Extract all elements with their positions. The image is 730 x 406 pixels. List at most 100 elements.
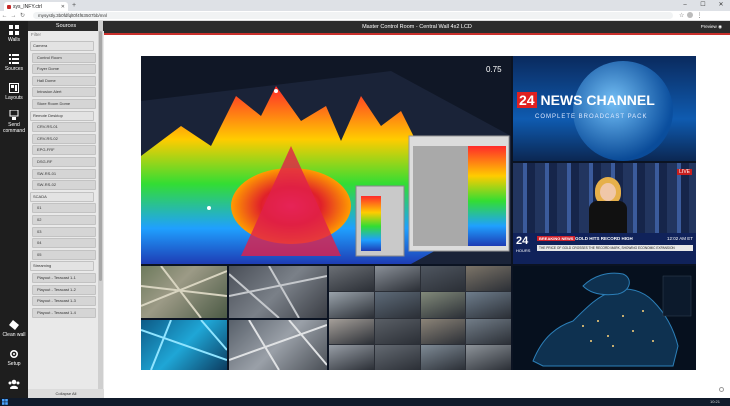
anchor-face	[600, 183, 616, 201]
close-window-button[interactable]: ✕	[712, 0, 730, 11]
browser-tab[interactable]: sys_INFY.ctrl ✕	[4, 2, 68, 11]
news-ticker: THE PRICE OF GOLD CROSSES THE RECORD MAR…	[537, 245, 693, 251]
anchor-body	[589, 201, 627, 233]
nav-walls[interactable]: Walls	[0, 25, 28, 43]
source-item[interactable]: 01	[32, 203, 96, 214]
camera-feed[interactable]	[374, 292, 420, 318]
source-item[interactable]: SW-RS-02	[32, 180, 96, 191]
nav-clean-wall[interactable]: Clean wall	[0, 320, 28, 338]
preview-button[interactable]: Preview ◉	[701, 21, 722, 33]
gear-icon	[9, 349, 19, 359]
accent-divider	[104, 33, 730, 35]
back-icon[interactable]: ←	[0, 13, 9, 19]
source-item[interactable]: 03	[32, 226, 96, 237]
source-item[interactable]: Foyer Dome	[32, 64, 96, 75]
aerial-roads	[141, 266, 227, 318]
source-item[interactable]: Control Room	[32, 52, 96, 63]
camera-feed[interactable]	[329, 318, 374, 344]
tile-news-desk[interactable]: LIVE 24 HOURS BREAKING NEWS GOLD HITS RE…	[513, 163, 696, 264]
wall-title: Master Control Room - Central Wall 4x2 L…	[362, 24, 472, 30]
camera-feed[interactable]	[329, 266, 374, 292]
tile-aerial-2[interactable]	[229, 266, 327, 318]
camera-feed[interactable]	[374, 266, 420, 292]
avatar[interactable]	[687, 12, 694, 18]
layout-icon	[9, 83, 19, 93]
collapse-all-button[interactable]: Collapse All	[28, 389, 104, 398]
nav-sources[interactable]: Sources	[0, 54, 28, 72]
sources-scroll-thumb[interactable]	[99, 31, 102, 281]
source-group[interactable]: SCADA	[30, 191, 94, 202]
camera-feed[interactable]	[374, 318, 420, 344]
source-item[interactable]: Playout - Teracast 1-3	[32, 296, 96, 307]
news-channel-logo: 24 NEWS CHANNEL	[517, 92, 655, 108]
camera-feed[interactable]	[420, 292, 466, 318]
source-item[interactable]: 02	[32, 215, 96, 225]
nav-layouts[interactable]: Layouts	[0, 83, 28, 101]
source-item[interactable]: 05	[32, 249, 96, 260]
address-bar: ← → ↻ mysystly.3b0fdfqlt0f4f63507bb/mnl …	[0, 11, 730, 21]
channel-number: 24	[517, 92, 537, 108]
camera-feed[interactable]	[420, 266, 466, 292]
source-item[interactable]: Playout - Teracast 1-1	[32, 273, 96, 283]
tile-aerial-4[interactable]	[229, 320, 327, 370]
source-group[interactable]: Streaming	[30, 261, 94, 272]
source-item[interactable]: Playout - Teracast 1-2	[32, 284, 96, 295]
source-group[interactable]: Remote Desktop	[30, 110, 94, 121]
tile-3d-plot[interactable]: 0.75	[141, 56, 511, 264]
tile-aerial-1[interactable]	[141, 266, 227, 318]
nav-clean-wall-label: Clean wall	[2, 332, 26, 338]
close-tab-icon[interactable]: ✕	[61, 4, 65, 10]
source-group[interactable]: Camera	[30, 41, 94, 51]
camera-feed[interactable]	[329, 344, 374, 370]
europe-night-map	[532, 272, 692, 367]
source-item[interactable]: CRV-RS-02	[32, 133, 96, 144]
source-item[interactable]: EPG-FRF	[32, 145, 96, 156]
favicon-icon	[7, 4, 11, 9]
windows-start-icon[interactable]	[2, 399, 8, 405]
camera-feed[interactable]	[420, 318, 466, 344]
maximize-button[interactable]: ☐	[694, 0, 712, 11]
source-item[interactable]: Playout - Teracast 1-4	[32, 307, 96, 318]
nav-setup[interactable]: Setup	[0, 349, 28, 367]
filter-input[interactable]: Filter	[28, 31, 104, 39]
source-item[interactable]: SW-RS-01	[32, 168, 96, 179]
forward-icon[interactable]: →	[9, 13, 18, 19]
plot-label: 0.75	[486, 65, 502, 74]
source-item[interactable]: DSG-RF	[32, 157, 96, 167]
brand-hours: HOURS	[516, 248, 531, 253]
url-field[interactable]: mysystly.3b0fdfqlt0f4f63507bb/mnl	[33, 12, 673, 19]
source-item[interactable]: Intrusion Alert	[32, 87, 96, 98]
nav-sources-label: Sources	[4, 66, 24, 72]
source-item[interactable]: CRV-RS-01	[32, 122, 96, 133]
nav-users[interactable]	[0, 379, 28, 391]
reload-icon[interactable]: ↻	[18, 12, 27, 19]
camera-feed[interactable]	[329, 292, 374, 318]
camera-feed[interactable]	[420, 344, 466, 370]
tile-europe-map[interactable]	[513, 266, 696, 370]
live-badge: LIVE	[677, 169, 692, 175]
wall-title-bar: Master Control Room - Central Wall 4x2 L…	[104, 21, 730, 33]
tile-camera-grid[interactable]	[329, 266, 511, 370]
taskbar-clock: 10:21	[709, 399, 720, 404]
tile-news-channel[interactable]: 24 NEWS CHANNEL COMPLETE BROADCAST PACK	[513, 56, 696, 161]
camera-feed[interactable]	[466, 344, 511, 370]
new-tab-button[interactable]: +	[72, 2, 76, 9]
camera-feed[interactable]	[374, 344, 420, 370]
camera-feed[interactable]	[466, 318, 511, 344]
video-wall[interactable]: 0.75 24 NEWS CHANNEL COMPLETE BROADCAST …	[141, 56, 696, 370]
help-icon[interactable]	[719, 387, 724, 392]
source-item[interactable]: 04	[32, 238, 96, 249]
minimize-button[interactable]: –	[676, 0, 694, 11]
source-item[interactable]: Store Room Dome	[32, 99, 96, 109]
os-taskbar: 10:21	[0, 398, 730, 406]
source-item[interactable]: Hall Dome	[32, 75, 96, 86]
tile-aerial-3[interactable]	[141, 320, 227, 370]
star-icon[interactable]: ☆	[679, 12, 684, 19]
menu-icon[interactable]: ⋮	[696, 12, 702, 19]
camera-feed[interactable]	[466, 292, 511, 318]
camera-feed[interactable]	[466, 266, 511, 292]
eye-icon: ◉	[718, 24, 722, 29]
breaking-label: BREAKING NEWS	[537, 236, 576, 241]
tab-title: sys_INFY.ctrl	[13, 3, 43, 10]
nav-send-command[interactable]: Send command	[0, 110, 28, 134]
